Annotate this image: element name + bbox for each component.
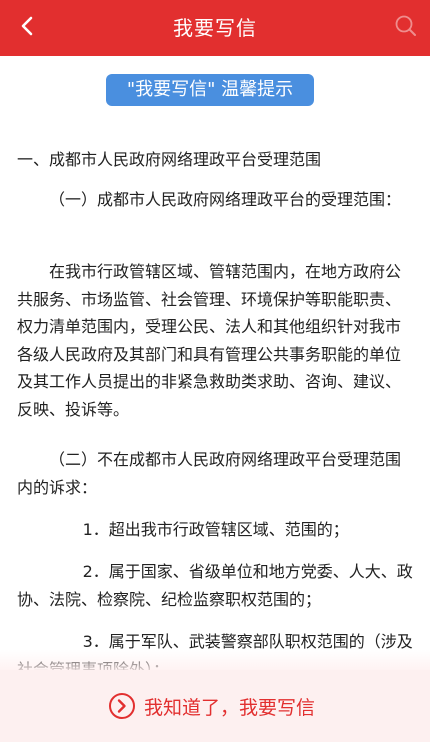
search-icon <box>394 14 418 42</box>
tip-badge: "我要写信" 温馨提示 <box>106 74 314 106</box>
paragraph-exclusions-title: （二）不在成都市人民政府网络理政平台受理范围内的诉求： <box>17 450 402 497</box>
circle-chevron-right-icon <box>108 692 136 720</box>
search-button[interactable] <box>390 12 422 44</box>
paragraph-exclusion-1: 1．超出我市行政管辖区域、范围的； <box>82 520 349 539</box>
footer-fade <box>0 650 430 672</box>
paragraph-exclusion-2: 2．属于国家、省级单位和地方党委、人大、政协、法院、检察院、纪检监察职权范围的； <box>17 562 413 609</box>
confirm-write-letter-button[interactable]: 我知道了，我要写信 <box>108 690 315 722</box>
section-heading: 一、成都市人民政府网络理政平台受理范围 <box>17 150 322 169</box>
paragraph-scope-body: 在我市行政管辖区域、管辖范围内，在地方政府公共服务、市场监管、社会管理、环境保护… <box>17 262 402 419</box>
confirm-label: 我知道了，我要写信 <box>144 696 316 719</box>
paragraph-scope-title: （一）成都市人民政府网络理政平台的受理范围： <box>49 190 402 209</box>
bottom-action-bar: 我知道了，我要写信 <box>0 670 430 742</box>
top-nav-bar: 我要写信 <box>0 0 430 56</box>
app-screen: 我要写信 "我要写信" 温馨提示 一、成都市人民政府网络理政平台受理范围 （一）… <box>0 0 430 742</box>
page-title: 我要写信 <box>173 16 257 40</box>
